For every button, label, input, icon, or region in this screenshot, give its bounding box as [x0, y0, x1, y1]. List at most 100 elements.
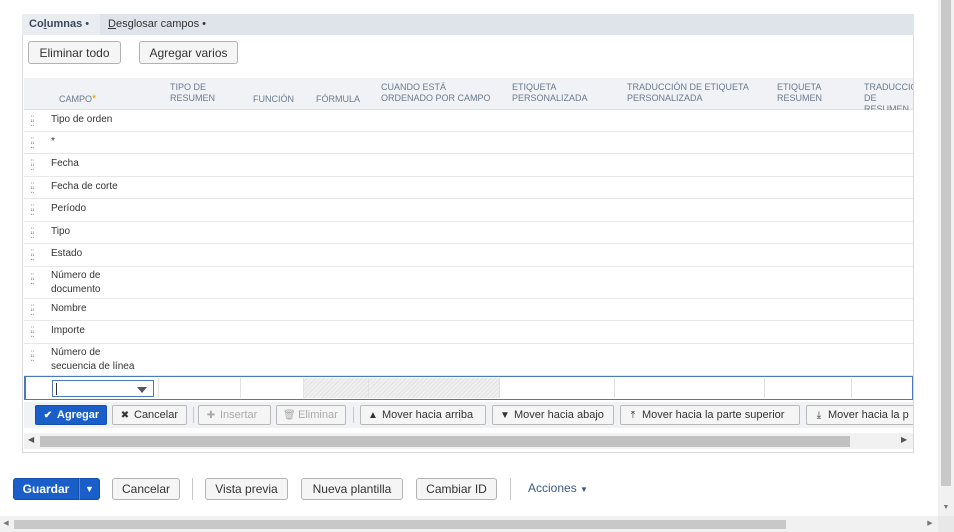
move-up-button[interactable]: ▲ Mover hacia arriba [360, 405, 486, 425]
drag-handle-icon[interactable]: ⁚⁚ ⁚⁚ [30, 159, 38, 172]
remove-all-button[interactable]: Eliminar todo [28, 41, 121, 64]
table-row[interactable]: ⁚⁚ ⁚⁚ Fecha [24, 154, 913, 177]
grid-horizontal-scrollbar[interactable]: ◀ ▶ [24, 433, 913, 449]
traduccion-etiqueta-cell[interactable] [615, 378, 765, 398]
save-button[interactable]: Guardar [13, 478, 79, 500]
field-name: Fecha [51, 158, 79, 169]
new-template-button[interactable]: Nueva plantilla [301, 478, 403, 500]
scroll-right-icon[interactable]: ▶ [925, 518, 935, 530]
close-icon: ✖ [120, 410, 130, 421]
move-bottom-button[interactable]: ⤓ Mover hacia la p [806, 405, 913, 425]
scrollbar-thumb[interactable] [40, 436, 850, 447]
scroll-left-icon[interactable]: ◀ [1, 518, 11, 530]
check-icon: ✔ [43, 410, 53, 421]
drag-handle-icon[interactable]: ⁚⁚ ⁚⁚ [30, 326, 38, 339]
tab-dot: • [85, 18, 90, 30]
preview-button[interactable]: Vista previa [205, 478, 288, 500]
add-row-button[interactable]: ✔ Agregar [35, 405, 107, 425]
drag-handle-icon[interactable]: ⁚⁚ ⁚⁚ [30, 115, 38, 128]
cancel-row-button[interactable]: ✖ Cancelar [112, 405, 187, 425]
tab-dot: • [202, 18, 207, 30]
ordenado-cell [369, 378, 500, 398]
dropdown-caret-icon[interactable] [137, 387, 147, 393]
drag-handle-icon[interactable]: ⁚⁚ ⁚⁚ [30, 249, 38, 262]
scroll-down-icon[interactable]: ▼ [941, 503, 951, 513]
column-header-etiqueta[interactable]: ETIQUETA PERSONALIZADA [512, 82, 592, 104]
tab-desglosar-campos[interactable]: Desglosar campos • [101, 14, 216, 35]
page-vertical-scrollbar[interactable]: ▼ [938, 0, 954, 516]
divider [353, 407, 354, 423]
table-row[interactable]: ⁚⁚ ⁚⁚ Nombre [24, 299, 913, 321]
page-horizontal-scrollbar[interactable]: ◀ ▶ [0, 516, 938, 532]
column-header-tipo-resumen[interactable]: TIPO DE RESUMEN [170, 82, 230, 104]
move-top-button[interactable]: ⤒ Mover hacia la parte superior [620, 405, 800, 425]
table-row[interactable]: ⁚⁚ ⁚⁚ Tipo [24, 222, 913, 244]
field-name: Número de documento [51, 270, 101, 295]
tab-columnas[interactable]: Columnas • [22, 14, 100, 35]
drag-handle-icon[interactable]: ⁚⁚ ⁚⁚ [30, 273, 38, 286]
funcion-cell[interactable] [241, 378, 304, 398]
scrollbar-thumb[interactable] [14, 520, 786, 529]
etiqueta-resumen-cell[interactable] [765, 378, 852, 398]
column-header-etiqueta-resumen[interactable]: ETIQUETA RESUMEN [777, 82, 837, 104]
table-row[interactable]: ⁚⁚ ⁚⁚ Número de secuencia de línea [24, 344, 913, 376]
move-top-icon: ⤒ [630, 410, 636, 421]
scroll-left-icon[interactable]: ◀ [28, 435, 34, 444]
add-multiple-button[interactable]: Agregar varios [139, 41, 238, 64]
insert-row-button[interactable]: ✚ Insertar [198, 405, 271, 425]
delete-row-button[interactable]: 🗑 Eliminar [276, 405, 346, 425]
column-header-ordenado[interactable]: CUANDO ESTÁ ORDENADO POR CAMPO [381, 82, 493, 104]
table-row[interactable]: ⁚⁚ ⁚⁚ Período [24, 199, 913, 222]
table-row[interactable]: ⁚⁚ ⁚⁚ Importe [24, 321, 913, 344]
tab-label: Co [29, 18, 44, 30]
drag-handle-icon[interactable]: ⁚⁚ ⁚⁚ [30, 304, 38, 317]
campo-select[interactable] [52, 380, 154, 397]
drag-handle-icon[interactable]: ⁚⁚ ⁚⁚ [30, 182, 38, 195]
divider [510, 478, 511, 500]
change-id-button[interactable]: Cambiar ID [416, 478, 497, 500]
drag-handle-icon[interactable]: ⁚⁚ ⁚⁚ [30, 350, 38, 363]
cancel-button[interactable]: Cancelar [112, 478, 180, 500]
etiqueta-cell[interactable] [500, 378, 615, 398]
new-row-editor[interactable] [24, 376, 913, 400]
button-label: Eliminar [298, 409, 338, 421]
field-name: Estado [51, 248, 83, 259]
table-row[interactable]: ⁚⁚ ⁚⁚ Tipo de orden [24, 110, 913, 132]
tipo-resumen-cell[interactable] [159, 378, 241, 398]
table-row[interactable]: ⁚⁚ ⁚⁚ Estado [24, 244, 913, 267]
tab-label: esglosar campos [115, 18, 200, 30]
actions-label: Acciones [528, 481, 577, 495]
drag-handle-icon[interactable]: ⁚⁚ ⁚⁚ [30, 204, 38, 217]
button-label: Cancelar [134, 409, 179, 421]
tab-label-hotkey: D [108, 18, 116, 30]
column-header-traduccion-etiqueta[interactable]: TRADUCCIÓN DE ETIQUETA PERSONALIZADA [627, 82, 757, 104]
subtab-bar: Columnas • Desglosar campos • [22, 14, 914, 35]
divider [193, 407, 194, 423]
plus-icon: ✚ [206, 410, 216, 421]
arrow-up-icon: ▲ [368, 410, 378, 421]
move-down-button[interactable]: ▼ Mover hacia abajo [492, 405, 614, 425]
text-cursor [56, 383, 57, 395]
chevron-down-icon: ▼ [85, 484, 94, 494]
actions-menu[interactable]: Acciones ▼ [528, 481, 588, 495]
field-name: Tipo [51, 226, 71, 237]
drag-handle-icon[interactable]: ⁚⁚ ⁚⁚ [30, 137, 38, 150]
column-header-campo[interactable]: CAMPO* [59, 94, 96, 105]
save-menu-button[interactable]: ▼ [79, 478, 100, 500]
scrollbar-thumb[interactable] [941, 0, 951, 486]
column-header-funcion[interactable]: FUNCIÓN [253, 94, 294, 105]
field-name: Período [51, 203, 87, 214]
column-header-formula[interactable]: FÓRMULA [316, 94, 360, 105]
table-row[interactable]: ⁚⁚ ⁚⁚ * [24, 132, 913, 154]
table-row[interactable]: ⁚⁚ ⁚⁚ Fecha de corte [24, 177, 913, 199]
row-action-bar: ✔ Agregar ✖ Cancelar ✚ Insertar 🗑 Eliminar ▲… [24, 402, 913, 428]
drag-handle-icon[interactable]: ⁚⁚ ⁚⁚ [30, 227, 38, 240]
scroll-right-icon[interactable]: ▶ [901, 435, 907, 444]
divider [192, 478, 193, 500]
formula-cell [304, 378, 369, 398]
button-label: Insertar [220, 409, 258, 421]
table-row[interactable]: ⁚⁚ ⁚⁚ Número de documento [24, 267, 913, 299]
tab-label: umnas [46, 18, 83, 30]
field-name: Número de secuencia de línea [51, 347, 135, 372]
field-name: Importe [51, 325, 85, 336]
